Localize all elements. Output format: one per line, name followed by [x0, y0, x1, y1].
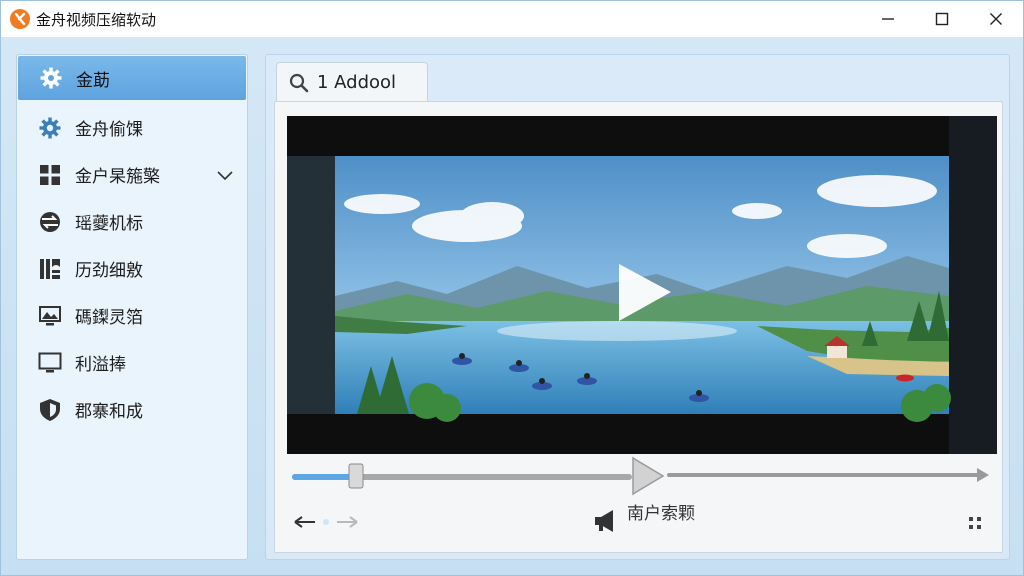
sidebar-item-label: 金户杲箷檠: [75, 167, 160, 187]
sidebar-item-tools[interactable]: 金户杲箷檠: [17, 151, 247, 198]
maximize-icon: [935, 12, 949, 26]
sidebar-item-label: 瑶䕫机标: [75, 214, 143, 234]
image-monitor-icon: [37, 303, 63, 329]
sidebar-item-settings[interactable]: 金舟偷馃: [17, 104, 247, 151]
sidebar-item-screen[interactable]: 利溢捧: [17, 339, 247, 386]
video-panel: 南户索颗: [274, 101, 1003, 553]
tab-label: 1 Addool: [317, 72, 397, 93]
main-panel: 1 Addool 南户索颗: [265, 54, 1010, 560]
chevron-down-icon[interactable]: [217, 166, 233, 186]
close-icon: [990, 13, 1002, 25]
sidebar-item-security[interactable]: 郡寨和成: [17, 386, 247, 433]
app-window: 金舟视频压缩软动 金莇 金舟偷馃 金户杲箷檠 瑶䕫机标 历劲细敫 碼鏫灵箔 利溢…: [0, 0, 1024, 576]
progress-handle[interactable]: [348, 463, 364, 489]
maximize-button[interactable]: [915, 1, 969, 37]
play-marker-icon[interactable]: [632, 456, 665, 496]
close-button[interactable]: [969, 1, 1023, 37]
sidebar-item-label: 金舟偷馃: [75, 120, 143, 140]
grid-icon: [37, 162, 63, 188]
sidebar-item-label: 历劲细敫: [75, 261, 143, 281]
sidebar-item-layout[interactable]: 历劲细敫: [17, 245, 247, 292]
window-controls: [861, 1, 1023, 37]
gear-icon: [38, 65, 64, 91]
layout-icon: [37, 256, 63, 282]
app-logo-icon: [10, 9, 30, 29]
sidebar-item-image[interactable]: 碼鏫灵箔: [17, 292, 247, 339]
player-label: 南户索颗: [627, 504, 695, 524]
grid-dots-icon[interactable]: [969, 517, 981, 529]
title-bar[interactable]: 金舟视频压缩软动: [1, 1, 1023, 37]
sidebar-item-label: 郡寨和成: [75, 402, 143, 422]
tab-search[interactable]: 1 Addool: [276, 62, 428, 102]
window-title: 金舟视频压缩软动: [36, 10, 157, 29]
video-preview[interactable]: [287, 116, 997, 454]
settings-gear-icon: [37, 115, 63, 141]
search-icon: [289, 73, 309, 92]
minimize-button[interactable]: [861, 1, 915, 37]
sidebar: 金莇 金舟偷馃 金户杲箷檠 瑶䕫机标 历劲细敫 碼鏫灵箔 利溢捧 郡寨和成: [16, 54, 248, 560]
monitor-icon: [37, 350, 63, 376]
megaphone-icon[interactable]: [595, 510, 613, 532]
sidebar-item-home[interactable]: 金莇: [18, 56, 246, 100]
back-forward-icon[interactable]: [294, 516, 358, 528]
sidebar-item-label: 金莇: [76, 70, 110, 91]
shield-icon: [37, 397, 63, 423]
transfer-icon: [37, 209, 63, 235]
player-controls: 南户索颗: [287, 454, 997, 550]
minimize-icon: [882, 18, 894, 20]
progress-fill: [292, 474, 356, 480]
sidebar-item-label: 碼鏫灵箔: [75, 308, 143, 328]
sidebar-item-convert[interactable]: 瑶䕫机标: [17, 198, 247, 245]
sidebar-item-label: 利溢捧: [75, 355, 126, 375]
